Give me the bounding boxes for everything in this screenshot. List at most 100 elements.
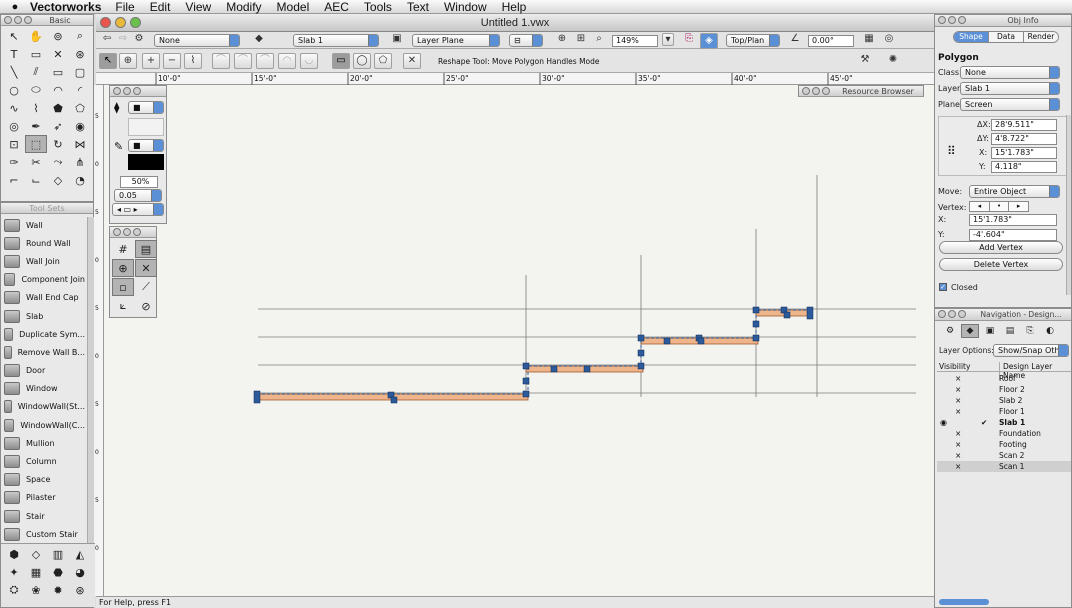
quarter-arc-tool-icon[interactable]: ◜ (69, 81, 91, 99)
visibility-toggle[interactable]: × (955, 439, 961, 450)
nav-zoom-button[interactable] (958, 310, 966, 318)
toolset-item[interactable]: Door (1, 362, 85, 380)
pan-tool-icon[interactable]: ✋ (25, 27, 47, 45)
radius-vertex-button[interactable]: ◡ (300, 53, 318, 69)
toolset-item[interactable]: Remove Wall B... (1, 343, 85, 361)
snap-zoom-button[interactable] (133, 228, 141, 236)
x-field[interactable]: 15'1.783" (991, 147, 1057, 159)
menu-model[interactable]: Model (277, 0, 310, 14)
spiral-tool-icon[interactable]: ◎ (3, 117, 25, 135)
snap-angle-icon[interactable]: ⊕ (112, 259, 134, 277)
selection-tool-icon[interactable]: ↖ (3, 27, 25, 45)
3d-locus-tool-icon[interactable]: ⊛ (69, 45, 91, 63)
layer-row[interactable]: × Scan 2 (937, 450, 1071, 461)
trim-tool-icon[interactable]: ✂ (25, 153, 47, 171)
layer-row-active[interactable]: ◉ ✔ Slab 1 (937, 417, 1071, 428)
layer-visibility-icon[interactable]: ◆ (250, 32, 268, 48)
toolset-item[interactable]: Component Join (1, 271, 85, 289)
page-icon[interactable]: ⎘ (680, 32, 698, 48)
eyedropper-tool-icon[interactable]: ✒ (25, 117, 47, 135)
navigation-scrollbar[interactable] (939, 599, 989, 605)
layer-row[interactable]: × Roof (937, 373, 1071, 384)
layer-plane-icon[interactable]: ▣ (388, 32, 406, 48)
tab-data[interactable]: Data (988, 32, 1023, 42)
basic-close-button[interactable] (4, 16, 12, 24)
snap-point-icon[interactable]: ⟀ (112, 297, 134, 315)
move-by-points-tool-icon[interactable]: ◇ (47, 171, 69, 189)
horizontal-ruler[interactable]: 10'-0" 15'-0" 20'-0" 25'-0" 30'-0" 35'-0… (96, 73, 934, 85)
visibility-toggle[interactable]: × (955, 395, 961, 406)
corner-vertex-button[interactable]: ⌒ (212, 53, 230, 69)
lighting-icon[interactable]: ✦ (3, 563, 25, 581)
lasso-button[interactable]: ◯ (353, 53, 371, 69)
snap-tangent-icon[interactable]: ⟋ (135, 278, 157, 296)
col-visibility-header[interactable]: Visibility (939, 362, 970, 371)
tape-measure-tool-icon[interactable]: ◔ (69, 171, 91, 189)
obj-info-scrollbar[interactable] (1066, 115, 1071, 295)
add-vertex-mode-button[interactable]: + (142, 53, 160, 69)
line-tool-icon[interactable]: ╲ (3, 63, 25, 81)
layer-row[interactable]: × Floor 2 (937, 384, 1071, 395)
visibility-toggle[interactable]: × (955, 450, 961, 461)
detailing-icon[interactable]: ⬣ (47, 563, 69, 581)
zoom-stepper[interactable]: ▾ (662, 33, 674, 46)
machine-design-icon[interactable]: ⛭ (3, 581, 25, 599)
polygon-marquee-button[interactable]: ⬠ (374, 53, 392, 69)
delete-vertex-button[interactable]: Delete Vertex (939, 258, 1063, 271)
zoom-tool-icon[interactable]: ⊕ (553, 32, 571, 48)
class-dropdown[interactable]: None (154, 34, 240, 47)
y-field[interactable]: 4.118" (991, 161, 1057, 173)
menu-help[interactable]: Help (502, 0, 527, 14)
next-vertex-button[interactable]: ▸ (1008, 202, 1029, 211)
unified-view-icon[interactable]: ▦ (860, 32, 878, 48)
menu-aec[interactable]: AEC (324, 0, 349, 14)
chamfer-tool-icon[interactable]: ⌙ (25, 171, 47, 189)
nav-views-icon[interactable]: ▤ (1001, 324, 1019, 338)
work-plane-dropdown[interactable]: ⊟ (509, 34, 543, 47)
magnifier-icon[interactable]: ⌕ (590, 32, 608, 48)
angle-field[interactable]: 0.00° (808, 35, 854, 47)
toolset-item[interactable]: Mullion (1, 434, 85, 452)
landscape-icon[interactable]: ❀ (25, 581, 47, 599)
fasteners-icon[interactable]: ⊛ (69, 581, 91, 599)
snap-edge-icon[interactable]: ⊘ (135, 297, 157, 315)
attribute-mapping-tool-icon[interactable]: ➶ (47, 117, 69, 135)
toolset-item[interactable]: Wall End Cap (1, 289, 85, 307)
oi-class-dropdown[interactable]: None (960, 66, 1060, 79)
rotate-tool-icon[interactable]: ↻ (47, 135, 69, 153)
reshape-tool-icon[interactable]: ⬚ (25, 135, 47, 153)
text-tool-icon[interactable]: T (3, 45, 25, 63)
site-planning-icon[interactable]: ▦ (25, 563, 47, 581)
rb-minimize-button[interactable] (812, 87, 820, 95)
angle-icon[interactable]: ∠ (786, 32, 804, 48)
snap-grid-icon[interactable]: # (112, 240, 134, 258)
layer-row[interactable]: × Footing (937, 439, 1071, 450)
cubic-vertex-button[interactable]: ⌒ (256, 53, 274, 69)
bezier-vertex-button[interactable]: ⌒ (234, 53, 252, 69)
view-dropdown[interactable]: Top/Plan (726, 34, 780, 47)
menu-modify[interactable]: Modify (226, 0, 261, 14)
visibility-toggle[interactable]: × (955, 384, 961, 395)
basic-min-button[interactable] (14, 16, 22, 24)
toolset-item[interactable]: Wall (1, 216, 85, 234)
toolset-item[interactable]: WindowWall(St... (1, 398, 85, 416)
reference-point-icon[interactable]: ⠿ (947, 144, 956, 158)
clip-tool-icon[interactable]: ⊡ (3, 135, 25, 153)
oi-zoom-button[interactable] (958, 16, 966, 24)
polyline-tool-icon[interactable]: ⌇ (25, 99, 47, 117)
snap-close-button[interactable] (113, 228, 121, 236)
drawing-canvas[interactable]: Resource Browser (104, 85, 942, 596)
render-icon[interactable]: ◈ (700, 33, 718, 49)
nav-close-button[interactable] (938, 310, 946, 318)
apple-menu-icon[interactable]: ● (0, 1, 30, 13)
nav-refs-icon[interactable]: ⎘ (1021, 324, 1039, 338)
current-vertex-button[interactable]: • (988, 202, 1009, 211)
app-menu[interactable]: Vectorworks (30, 0, 101, 14)
rounded-rect-tool-icon[interactable]: ▢ (69, 63, 91, 81)
toolset-item[interactable]: Column (1, 452, 85, 470)
fit-icon[interactable]: ⊞ (572, 32, 590, 48)
layer-options-dropdown[interactable]: Show/Snap Others (993, 344, 1069, 357)
visibility-toggle[interactable]: × (955, 406, 961, 417)
nav-classes-icon[interactable]: ⚙ (941, 324, 959, 338)
pen-swatch[interactable] (128, 154, 164, 170)
